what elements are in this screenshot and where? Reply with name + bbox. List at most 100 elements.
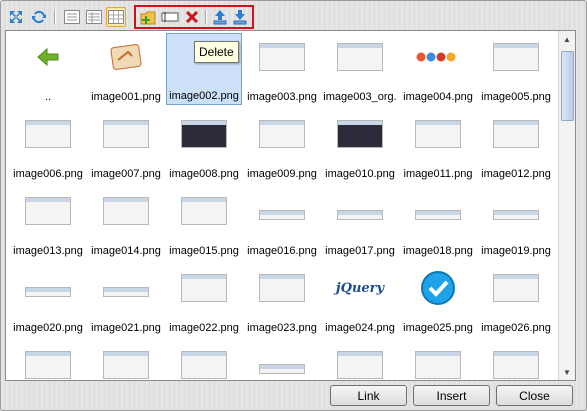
file-name: image018.png	[403, 245, 473, 257]
file-item[interactable]: image005.png	[478, 33, 554, 105]
file-item[interactable]: image003_org.	[322, 33, 398, 105]
file-thumbnail	[335, 39, 385, 75]
file-item[interactable]: image009.png	[244, 110, 320, 182]
view-list-icon[interactable]	[62, 7, 82, 27]
expand-icon[interactable]	[6, 7, 26, 27]
screenshot-preview	[337, 351, 383, 379]
link-button[interactable]: Link	[330, 385, 407, 406]
file-item[interactable]: image010.png	[322, 110, 398, 182]
file-thumbnail	[413, 116, 463, 152]
close-button[interactable]: Close	[496, 385, 573, 406]
refresh-icon[interactable]	[29, 7, 49, 27]
file-name: image014.png	[91, 245, 161, 257]
new-folder-icon[interactable]	[138, 7, 158, 27]
file-thumbnail	[491, 116, 541, 152]
scrollbar-thumb[interactable]	[561, 51, 574, 121]
toolbar	[4, 4, 579, 32]
scroll-down-icon[interactable]: ▼	[559, 364, 575, 380]
view-details-icon[interactable]	[84, 7, 104, 27]
file-thumbnail	[335, 116, 385, 152]
file-item[interactable]: jQuery image024.png	[322, 264, 398, 336]
tooltip: Delete	[194, 41, 239, 63]
file-name: image012.png	[481, 168, 551, 180]
file-item[interactable]: image026.png	[478, 264, 554, 336]
screenshot-preview	[103, 287, 149, 297]
download-icon[interactable]	[230, 7, 250, 27]
screenshot-preview	[259, 274, 305, 302]
file-item[interactable]: image022.png	[166, 264, 242, 336]
file-thumbnail	[179, 116, 229, 152]
file-item[interactable]: image023.png	[244, 264, 320, 336]
file-thumbnail	[257, 193, 307, 229]
file-thumbnail	[257, 270, 307, 306]
file-name: image007.png	[91, 168, 161, 180]
scroll-up-icon[interactable]: ▲	[559, 31, 575, 47]
file-item[interactable]: image017.png	[322, 187, 398, 259]
file-thumbnail: jQuery	[335, 270, 385, 306]
file-name: image019.png	[481, 245, 551, 257]
file-item[interactable]: image012.png	[478, 110, 554, 182]
file-name: image009.png	[247, 168, 317, 180]
file-item[interactable]: image008.png	[166, 110, 242, 182]
insert-button[interactable]: Insert	[413, 385, 490, 406]
file-item[interactable]: image007.png	[88, 110, 164, 182]
file-item[interactable]	[400, 341, 476, 380]
view-thumbnails-icon[interactable]	[106, 7, 126, 27]
file-item[interactable]: image016.png	[244, 187, 320, 259]
file-item[interactable]	[166, 341, 242, 380]
file-thumbnail	[179, 193, 229, 229]
screenshot-preview	[103, 351, 149, 379]
screenshot-preview	[181, 351, 227, 379]
up-folder-icon	[37, 47, 59, 67]
screenshot-preview	[493, 43, 539, 71]
file-item[interactable]	[10, 341, 86, 380]
delete-icon[interactable]	[182, 7, 202, 27]
jquery-logo: jQuery	[335, 280, 385, 296]
file-name: image006.png	[13, 168, 83, 180]
screenshot-preview	[259, 43, 305, 71]
file-thumbnail	[179, 347, 229, 380]
file-thumbnail	[335, 193, 385, 229]
file-name: image026.png	[481, 322, 551, 334]
file-name: image003_org.	[323, 91, 397, 103]
file-item[interactable]: image001.png	[88, 33, 164, 105]
upload-icon[interactable]	[210, 7, 230, 27]
file-item[interactable]: image019.png	[478, 187, 554, 259]
file-item[interactable]: image018.png	[400, 187, 476, 259]
screenshot-preview	[181, 274, 227, 302]
file-item[interactable]: image021.png	[88, 264, 164, 336]
file-name: image021.png	[91, 322, 161, 334]
file-item[interactable]	[322, 341, 398, 380]
file-thumbnail-panel: .. image001.png image002.png image003.png im…	[5, 30, 576, 381]
vertical-scrollbar[interactable]: ▲ ▼	[558, 31, 575, 380]
file-item[interactable]: image013.png	[10, 187, 86, 259]
file-item[interactable]: image004.png	[400, 33, 476, 105]
file-thumbnail	[257, 39, 307, 75]
screenshot-preview	[493, 210, 539, 220]
file-name: image001.png	[91, 91, 161, 103]
file-name: image025.png	[403, 322, 473, 334]
file-item[interactable]	[244, 341, 320, 380]
file-item[interactable]	[478, 341, 554, 380]
rename-icon[interactable]	[160, 7, 180, 27]
screenshot-preview	[259, 120, 305, 148]
screenshot-preview	[25, 197, 71, 225]
file-item[interactable]: image020.png	[10, 264, 86, 336]
file-item[interactable]: image014.png	[88, 187, 164, 259]
app-icon	[110, 44, 142, 70]
file-item[interactable]: image003.png	[244, 33, 320, 105]
file-name: image016.png	[247, 245, 317, 257]
screenshot-preview	[337, 120, 383, 148]
file-name: image010.png	[325, 168, 395, 180]
screenshot-preview	[493, 274, 539, 302]
file-item[interactable]: image025.png	[400, 264, 476, 336]
file-item[interactable]: image011.png	[400, 110, 476, 182]
file-name: image015.png	[169, 245, 239, 257]
file-thumbnail	[101, 347, 151, 380]
file-item[interactable]: image015.png	[166, 187, 242, 259]
file-item[interactable]: image006.png	[10, 110, 86, 182]
file-item[interactable]	[88, 341, 164, 380]
file-item[interactable]: ..	[10, 33, 86, 105]
screenshot-preview	[25, 287, 71, 297]
screenshot-preview	[337, 43, 383, 71]
